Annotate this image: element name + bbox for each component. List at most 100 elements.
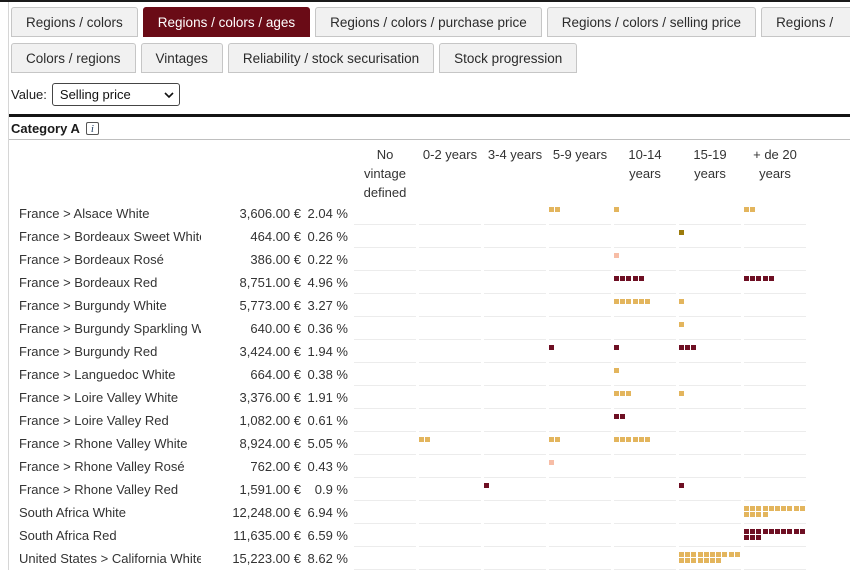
tab-colors-regions[interactable]: Colors / regions [11, 43, 136, 73]
tab-regions-colors-purchase-price[interactable]: Regions / colors / purchase price [315, 7, 542, 37]
tab-vintages[interactable]: Vintages [140, 43, 223, 73]
dot-cell [354, 225, 416, 248]
dot-cell [484, 202, 546, 225]
dot-cell [419, 202, 481, 225]
table-row: South Africa Red 11,635.00 € 6.59 % [9, 524, 850, 547]
table-body: France > Alsace White 3,606.00 €2.04 % Fra… [9, 202, 850, 570]
stock-dot [614, 413, 619, 419]
row-percent: 0.22 % [307, 251, 348, 267]
dot-cell [419, 317, 481, 340]
content-area: Regions / colors Regions / colors / ages R… [8, 2, 850, 570]
stock-dot [614, 275, 619, 281]
row-value: 3,606.00 € [239, 205, 301, 221]
row-label: France > Bordeaux Red [19, 274, 158, 290]
dot-cell [679, 547, 741, 570]
stock-dot [679, 321, 684, 327]
row-percent: 6.94 % [307, 504, 348, 520]
row-value: 15,223.00 € [232, 550, 301, 566]
column-header-2: 3-4 years [487, 146, 543, 162]
stock-dot [626, 275, 632, 281]
stock-dot [744, 206, 749, 212]
stock-dot [762, 505, 768, 511]
row-percent: 6.59 % [307, 527, 348, 543]
dot-cell [354, 432, 416, 455]
row-percent: 0.38 % [307, 366, 348, 382]
dot-cell [614, 271, 676, 294]
dot-cell [614, 501, 676, 524]
stock-dot [626, 390, 632, 396]
dot-cell [419, 432, 481, 455]
tab-regions-colors[interactable]: Regions / colors [11, 7, 138, 37]
table-header-row: No vintage defined 0-2 years 3-4 years 5-9 … [9, 140, 850, 202]
dot-matrix [614, 344, 677, 352]
stock-dot [419, 436, 424, 442]
stock-dot [750, 535, 756, 540]
dot-cell [419, 386, 481, 409]
dot-matrix [614, 206, 677, 214]
row-label: France > Loire Valley Red [19, 412, 169, 428]
dot-cell [679, 317, 741, 340]
stock-dot [722, 551, 728, 557]
row-value: 3,424.00 € [239, 343, 301, 359]
stock-dot [781, 528, 787, 534]
dot-cell [549, 225, 611, 248]
table-row: France > Burgundy White 5,773.00 € 3.27 % [9, 294, 850, 317]
stock-dot [549, 344, 554, 350]
stock-dot [614, 252, 619, 258]
section-title: Category A [11, 121, 80, 136]
stock-dot [614, 344, 619, 350]
stock-dot [744, 528, 749, 534]
dot-cell [484, 317, 546, 340]
stock-dot [549, 459, 554, 465]
dot-matrix [679, 344, 742, 352]
row-percent: 8.62 % [307, 550, 348, 566]
row-value: 3,376.00 € [239, 389, 301, 405]
dot-cell [614, 478, 676, 501]
stock-dot [484, 482, 489, 488]
row-percent: 1.91 % [307, 389, 348, 405]
stock-dot [750, 528, 756, 534]
info-icon[interactable]: i [85, 122, 99, 135]
dot-cell [614, 317, 676, 340]
dot-cell [614, 432, 676, 455]
value-select[interactable]: Selling price [51, 83, 180, 106]
row-label: France > Rhone Valley Red [19, 481, 179, 497]
stock-dot [709, 551, 715, 557]
dot-cell [744, 294, 806, 317]
tab-regions-colors-selling-price[interactable]: Regions / colors / selling price [546, 7, 757, 37]
dot-cell [744, 501, 806, 524]
stock-dot [734, 551, 740, 557]
dot-cell [679, 202, 741, 225]
stock-dot [756, 535, 762, 540]
dot-cell [614, 225, 676, 248]
table-row: France > Rhone Valley White 8,924.00 € 5.0… [9, 432, 850, 455]
dot-cell [614, 202, 676, 225]
dot-cell [549, 363, 611, 386]
dot-cell [419, 501, 481, 524]
dot-matrix [614, 367, 677, 375]
dot-cell [614, 524, 676, 547]
tab-reliability-stock-securisation[interactable]: Reliability / stock securisation [227, 43, 435, 73]
table-row: France > Burgundy Sparkling White 640.00 … [9, 317, 850, 340]
dot-cell [484, 547, 546, 570]
row-label: France > Rhone Valley White [19, 435, 188, 451]
dot-cell [679, 271, 741, 294]
dot-cell [549, 317, 611, 340]
tab-regions-colors-ages[interactable]: Regions / colors / ages [142, 7, 311, 37]
stock-dot [691, 558, 697, 563]
tab-bar-secondary: Colors / regions Vintages Reliability / st… [9, 43, 850, 73]
tab-stock-progression[interactable]: Stock progression [439, 43, 578, 73]
tab-regions[interactable]: Regions / [761, 7, 850, 37]
dot-cell [679, 455, 741, 478]
header-spacer-label [9, 145, 201, 202]
dot-cell [419, 225, 481, 248]
dot-cell [419, 271, 481, 294]
dot-matrix [679, 298, 742, 306]
dot-cell [354, 248, 416, 271]
row-value: 1,082.00 € [239, 412, 301, 428]
dot-cell [549, 478, 611, 501]
stock-dot [744, 535, 749, 540]
stock-dot [703, 551, 709, 557]
stock-dot [768, 275, 774, 281]
dot-matrix [679, 229, 742, 237]
